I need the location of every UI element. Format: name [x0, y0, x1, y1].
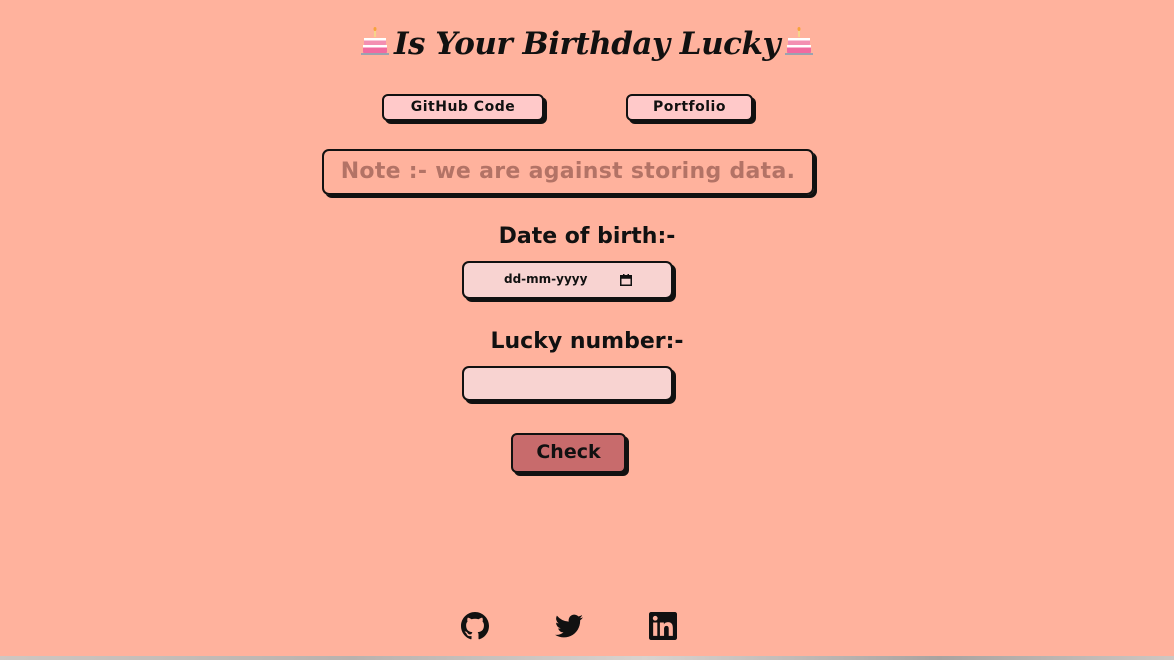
- calendar-icon[interactable]: [620, 274, 632, 286]
- taskbar-edge: [0, 656, 1174, 660]
- twitter-icon[interactable]: [555, 612, 583, 640]
- portfolio-button[interactable]: Portfolio: [626, 94, 753, 121]
- lucky-number-label: Lucky number:-: [490, 329, 684, 354]
- privacy-note: Note :- we are against storing data.: [322, 149, 814, 195]
- page: Is Your Birthday Lucky GitHub Code Portf…: [0, 0, 1174, 660]
- linkedin-icon[interactable]: [649, 612, 677, 640]
- lucky-number-input[interactable]: [462, 366, 673, 401]
- check-button[interactable]: Check: [511, 433, 626, 473]
- birthday-cake-icon: [784, 27, 813, 55]
- title-text: Is Your Birthday Lucky: [394, 26, 780, 62]
- dob-placeholder: dd-mm-yyyy: [504, 272, 588, 286]
- page-title: Is Your Birthday Lucky: [0, 22, 1174, 66]
- github-icon[interactable]: [461, 612, 489, 640]
- github-code-button[interactable]: GitHub Code: [382, 94, 544, 121]
- dob-label: Date of birth:-: [498, 224, 676, 249]
- dob-input[interactable]: dd-mm-yyyy: [462, 261, 673, 299]
- birthday-cake-icon: [361, 27, 390, 55]
